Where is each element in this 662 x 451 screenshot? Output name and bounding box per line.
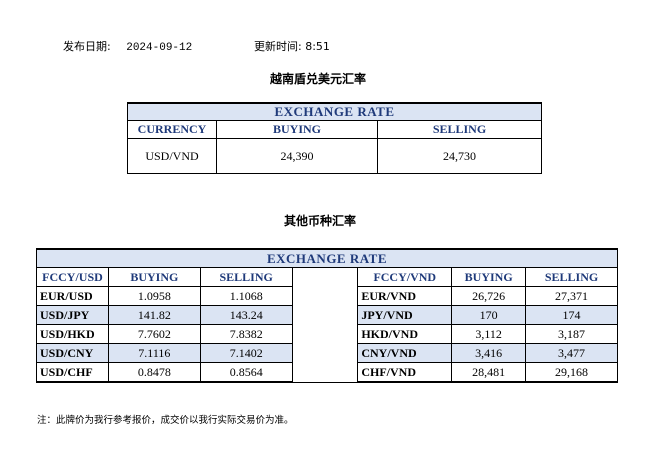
selling-cell: 7.8382	[199, 324, 293, 344]
buying-cell: 1.0958	[107, 286, 201, 306]
spacer-cell	[291, 343, 359, 363]
table-row: USD/JPY 141.82 143.24 JPY/VND 170 174	[36, 305, 618, 325]
buying-cell: 170	[451, 305, 527, 325]
col-fccy-usd: FCCY/USD	[36, 267, 109, 287]
pair-cell: USD/JPY	[36, 305, 109, 325]
usd-section-title: 越南盾兑美元汇率	[270, 72, 367, 86]
usd-table-bar: EXCHANGE RATE	[127, 102, 542, 121]
footer-note: 注：此牌价为我行参考报价，成交价以我行实际交易价为准。	[37, 415, 294, 426]
buying-cell: 3,112	[451, 324, 527, 344]
spacer-cell	[291, 267, 359, 287]
table-row: USD/HKD 7.7602 7.8382 HKD/VND 3,112 3,18…	[36, 324, 618, 344]
col-buying-left: BUYING	[107, 267, 201, 287]
selling-cell: 0.8564	[199, 362, 293, 383]
pair-cell: JPY/VND	[357, 305, 453, 325]
table-row: EUR/USD 1.0958 1.1068 EUR/VND 26,726 27,…	[36, 286, 618, 306]
spacer-cell	[291, 305, 359, 325]
selling-cell: 3,477	[525, 343, 618, 363]
usd-rate-table: EXCHANGE RATE CURRENCY BUYING SELLING US…	[127, 102, 542, 174]
buying-cell: 3,416	[451, 343, 527, 363]
publish-date-label: 发布日期:	[63, 40, 111, 53]
spacer-cell	[291, 286, 359, 306]
buying-cell: 24,390	[216, 138, 378, 174]
selling-cell: 3,187	[525, 324, 618, 344]
pair-cell: USD/CHF	[36, 362, 109, 383]
pair-cell: CHF/VND	[357, 362, 453, 383]
selling-cell: 27,371	[525, 286, 618, 306]
buying-cell: 7.1116	[107, 343, 201, 363]
col-currency: CURRENCY	[127, 120, 217, 139]
table-row: USD/VND 24,390 24,730	[127, 138, 542, 174]
other-section-title: 其他币种汇率	[284, 214, 357, 228]
table-row: USD/CNY 7.1116 7.1402 CNY/VND 3,416 3,47…	[36, 343, 618, 363]
other-rate-table: EXCHANGE RATE FCCY/USD BUYING SELLING FC…	[36, 248, 618, 383]
col-selling-left: SELLING	[199, 267, 293, 287]
pair-cell: CNY/VND	[357, 343, 453, 363]
pair-cell: USD/CNY	[36, 343, 109, 363]
spacer-cell	[291, 362, 359, 383]
pair-cell: USD/HKD	[36, 324, 109, 344]
table-row: USD/CHF 0.8478 0.8564 CHF/VND 28,481 29,…	[36, 362, 618, 383]
currency-cell: USD/VND	[127, 138, 217, 174]
publish-date: 发布日期: 2024-09-12	[63, 38, 192, 54]
col-buying-right: BUYING	[451, 267, 527, 287]
spacer-cell	[291, 324, 359, 344]
selling-cell: 7.1402	[199, 343, 293, 363]
selling-cell: 143.24	[199, 305, 293, 325]
buying-cell: 28,481	[451, 362, 527, 383]
buying-cell: 141.82	[107, 305, 201, 325]
update-time-label: 更新时间:	[254, 40, 302, 53]
selling-cell: 24,730	[377, 138, 542, 174]
update-time-value: 8:51	[305, 40, 330, 53]
pair-cell: HKD/VND	[357, 324, 453, 344]
publish-date-value: 2024-09-12	[126, 42, 193, 54]
col-selling-right: SELLING	[525, 267, 618, 287]
selling-cell: 174	[525, 305, 618, 325]
pair-cell: EUR/VND	[357, 286, 453, 306]
col-selling: SELLING	[377, 120, 542, 139]
other-table-bar: EXCHANGE RATE	[36, 248, 618, 268]
buying-cell: 7.7602	[107, 324, 201, 344]
col-buying: BUYING	[216, 120, 378, 139]
buying-cell: 26,726	[451, 286, 527, 306]
selling-cell: 29,168	[525, 362, 618, 383]
pair-cell: EUR/USD	[36, 286, 109, 306]
col-fccy-vnd: FCCY/VND	[357, 267, 453, 287]
selling-cell: 1.1068	[199, 286, 293, 306]
update-time: 更新时间: 8:51	[254, 38, 330, 54]
buying-cell: 0.8478	[107, 362, 201, 383]
